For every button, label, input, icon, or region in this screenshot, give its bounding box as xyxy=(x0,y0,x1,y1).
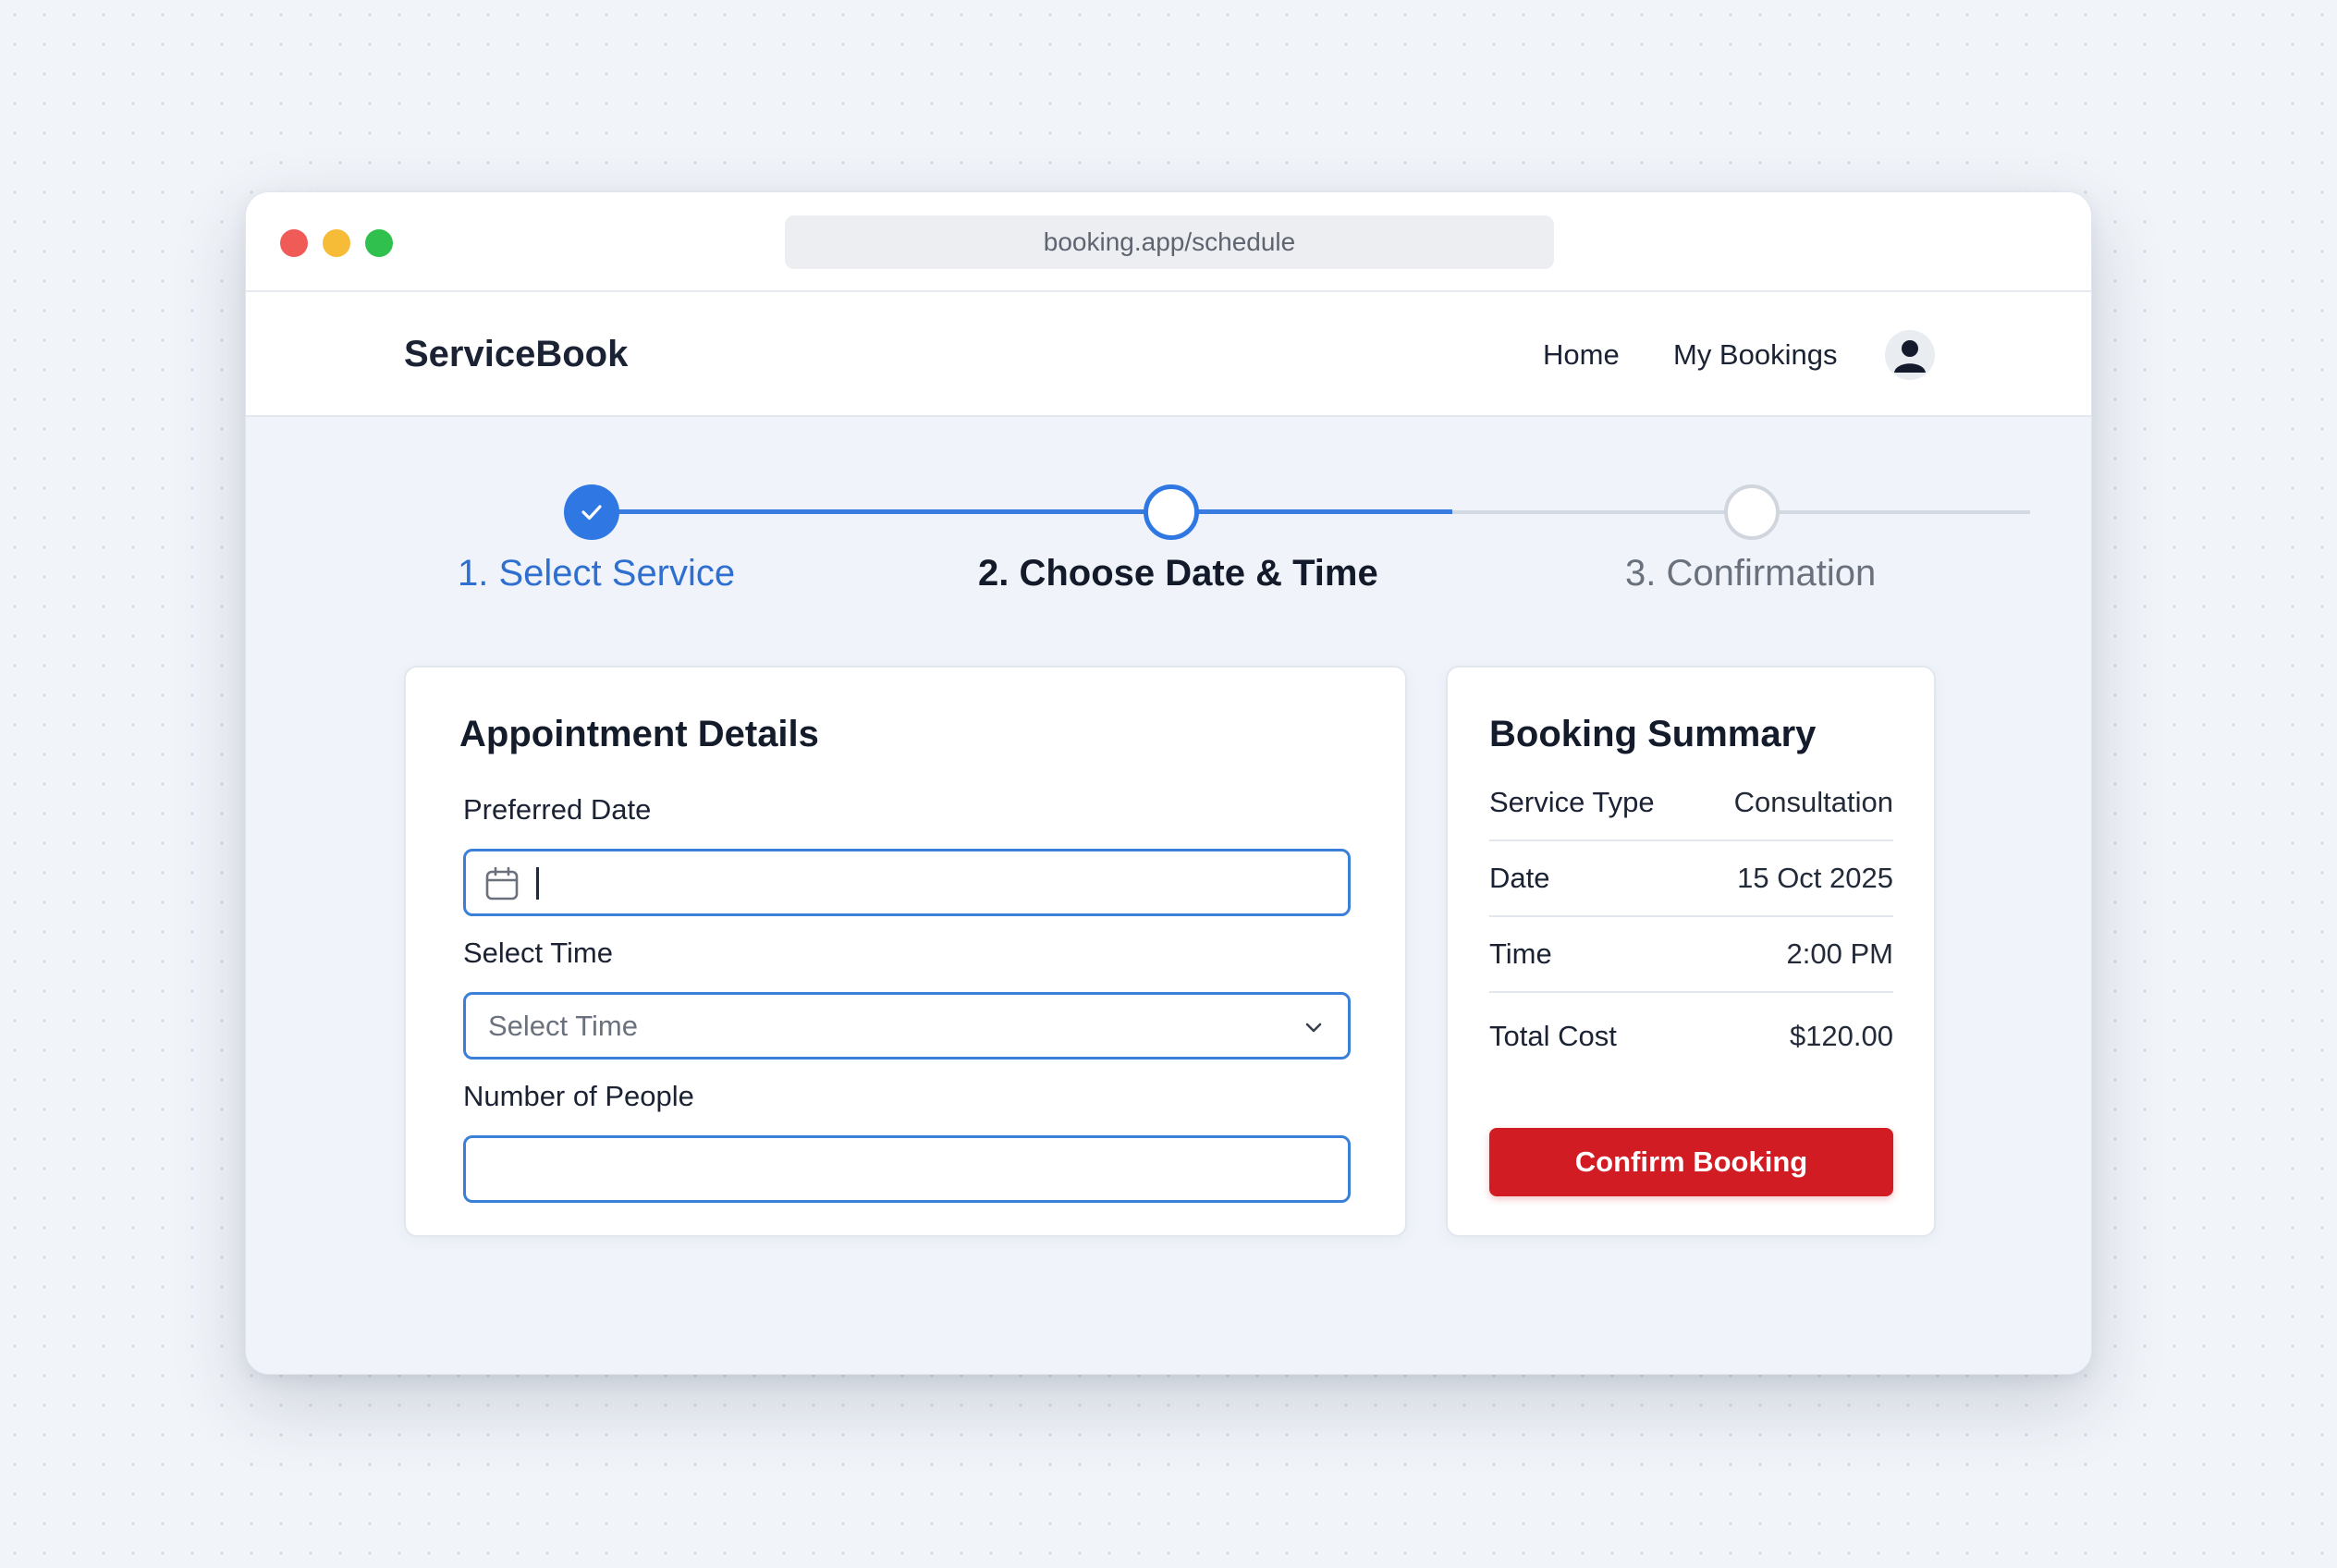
summary-row-service-type: Service Type Consultation xyxy=(1489,766,1893,841)
window-close-button[interactable] xyxy=(280,229,308,257)
step-1-indicator[interactable] xyxy=(564,484,619,540)
step-2-label: 2. Choose Date & Time xyxy=(978,553,1378,594)
summary-label: Service Type xyxy=(1489,786,1655,818)
appointment-details-title: Appointment Details xyxy=(459,714,819,754)
summary-row-date: Date 15 Oct 2025 xyxy=(1489,841,1893,917)
number-of-people-label: Number of People xyxy=(463,1080,694,1112)
nav-link-home[interactable]: Home xyxy=(1543,292,1620,417)
summary-row-time: Time 2:00 PM xyxy=(1489,917,1893,993)
preferred-date-input[interactable] xyxy=(463,849,1351,916)
brand-logo[interactable]: ServiceBook xyxy=(404,292,628,417)
appointment-details-card: Appointment Details Preferred Date Selec… xyxy=(404,666,1407,1237)
preferred-date-label: Preferred Date xyxy=(463,793,652,826)
step-2-indicator xyxy=(1144,484,1199,540)
text-cursor xyxy=(536,867,539,900)
number-of-people-input[interactable] xyxy=(463,1135,1351,1203)
nav-link-my-bookings[interactable]: My Bookings xyxy=(1673,292,1837,417)
step-1-label[interactable]: 1. Select Service xyxy=(458,553,735,594)
user-avatar-icon[interactable] xyxy=(1885,330,1935,380)
stepper-progress-completed xyxy=(593,509,1452,514)
browser-window: booking.app/schedule ServiceBook Home My… xyxy=(245,191,2092,1375)
step-3-indicator xyxy=(1724,484,1780,540)
booking-summary-card: Booking Summary Service Type Consultatio… xyxy=(1446,666,1936,1237)
window-minimize-button[interactable] xyxy=(323,229,350,257)
calendar-icon xyxy=(485,866,519,900)
select-time-placeholder: Select Time xyxy=(488,1009,638,1042)
address-bar-url: booking.app/schedule xyxy=(1043,227,1296,256)
summary-value: 2:00 PM xyxy=(1786,937,1893,970)
summary-label: Total Cost xyxy=(1489,1020,1617,1052)
checkmark-icon xyxy=(581,505,602,521)
summary-value: Consultation xyxy=(1733,786,1893,818)
select-time-label: Select Time xyxy=(463,937,613,969)
summary-label: Date xyxy=(1489,862,1550,894)
summary-label: Time xyxy=(1489,937,1552,970)
summary-value: $120.00 xyxy=(1789,1020,1893,1052)
window-maximize-button[interactable] xyxy=(365,229,393,257)
summary-row-total-cost: Total Cost $120.00 xyxy=(1489,998,1893,1074)
step-3-label: 3. Confirmation xyxy=(1625,553,1877,594)
browser-titlebar: booking.app/schedule xyxy=(246,192,2091,292)
address-bar[interactable]: booking.app/schedule xyxy=(785,215,1554,269)
summary-value: 15 Oct 2025 xyxy=(1737,862,1893,894)
select-time-dropdown[interactable]: Select Time xyxy=(463,992,1351,1060)
booking-summary-title: Booking Summary xyxy=(1489,714,1817,754)
chevron-down-icon xyxy=(1305,1023,1322,1033)
confirm-booking-button[interactable]: Confirm Booking xyxy=(1489,1128,1893,1196)
top-navbar: ServiceBook Home My Bookings xyxy=(246,292,2091,417)
